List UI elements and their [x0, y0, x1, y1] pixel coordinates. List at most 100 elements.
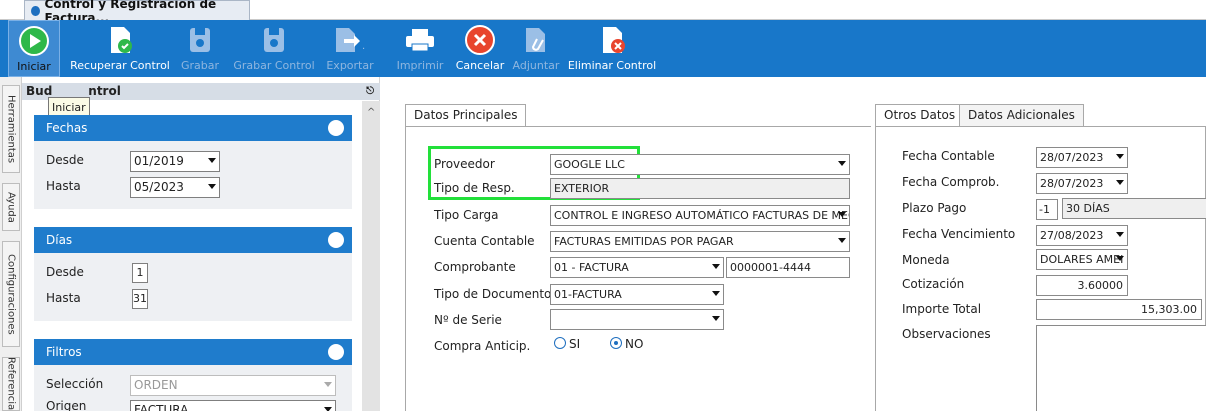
adjuntar-button[interactable]: Adjuntar — [510, 20, 562, 77]
tab-datos-principales[interactable]: Datos Principales — [405, 104, 527, 127]
save-control-icon — [264, 28, 284, 52]
radio-no[interactable] — [610, 337, 622, 349]
dias-group: Días Desde 1 Hasta 31 — [34, 227, 352, 321]
filtros-header[interactable]: Filtros — [34, 339, 352, 365]
fechas-desde-label: Desde — [46, 153, 84, 167]
moneda-combo[interactable]: DOLARES AMEI — [1036, 249, 1128, 270]
printer-icon — [406, 29, 434, 52]
tab-otros-datos[interactable]: Otros Datos — [875, 104, 965, 127]
scroll-up-icon[interactable]: ^ — [367, 107, 375, 118]
left-panel-scrollbar[interactable] — [362, 101, 380, 411]
chevron-down-icon — [1116, 256, 1124, 261]
dias-header[interactable]: Días — [34, 227, 352, 253]
side-tab-herramientas[interactable]: Herramientas — [2, 85, 20, 173]
tipo-documento-combo[interactable]: 01-FACTURA — [550, 284, 724, 305]
filtros-group: Filtros Selección ORDEN Origen FACTURA — [34, 339, 352, 411]
fecha-vencimiento-combo[interactable]: 27/08/2023 — [1036, 225, 1128, 246]
collapse-icon[interactable] — [328, 232, 344, 248]
chevron-down-icon — [712, 316, 720, 321]
recuperar-control-button[interactable]: Recuperar Control — [68, 20, 172, 77]
comprobante-label: Comprobante — [434, 260, 516, 274]
origen-label: Origen — [46, 399, 87, 411]
chevron-down-icon — [324, 382, 332, 387]
chevron-down-icon — [838, 212, 846, 217]
fecha-comprob-label: Fecha Comprob. — [902, 175, 1000, 189]
seleccion-combo[interactable]: ORDEN — [130, 375, 336, 396]
grabar-button[interactable]: Grabar — [178, 20, 222, 77]
side-tab-referencia[interactable]: Referencia — [2, 357, 20, 411]
fecha-vencimiento-label: Fecha Vencimiento — [902, 227, 1016, 241]
dias-desde-label: Desde — [46, 265, 84, 279]
origen-combo[interactable]: FACTURA — [130, 400, 336, 411]
tipo-documento-label: Tipo de Documento — [434, 287, 552, 301]
proveedor-combo[interactable]: GOOGLE LLC — [550, 154, 850, 175]
imprimir-button[interactable]: Imprimir — [394, 20, 446, 77]
attach-icon — [526, 28, 545, 52]
compra-anticip-label: Compra Anticip. — [434, 339, 531, 353]
fecha-contable-label: Fecha Contable — [902, 149, 995, 163]
tipo-carga-label: Tipo Carga — [434, 208, 499, 222]
tipo-carga-combo[interactable]: CONTROL E INGRESO AUTOMÁTICO FACTURAS DE… — [550, 205, 850, 226]
fechas-desde-combo[interactable]: 01/2019 — [130, 151, 220, 172]
dias-hasta-input[interactable]: 31 — [132, 289, 148, 309]
app-icon — [31, 5, 40, 16]
side-tab-configuraciones[interactable]: Configuraciones — [2, 241, 20, 347]
chevron-down-icon — [712, 291, 720, 296]
exportar-button[interactable]: . Exportar — [322, 20, 378, 77]
importe-total-input[interactable]: 15,303.00 — [1036, 299, 1202, 320]
tipo-resp-field: EXTERIOR — [550, 178, 850, 199]
comprobante-numero-input[interactable]: 0000001-4444 — [726, 257, 850, 278]
radio-si-label: SI — [569, 337, 581, 351]
plazo-pago-label: Plazo Pago — [902, 201, 967, 215]
fechas-hasta-label: Hasta — [46, 179, 81, 193]
plazo-pago-text: 30 DÍAS — [1062, 198, 1206, 219]
datos-principales-panel: Datos Principales Proveedor GOOGLE LLC T… — [381, 77, 873, 411]
left-panel-header: Bud ntrol ⎋ Iniciar — [22, 83, 380, 118]
tipo-resp-label: Tipo de Resp. — [434, 181, 515, 195]
cotizacion-input[interactable]: 3.60000 — [1036, 275, 1128, 296]
collapse-icon[interactable] — [328, 344, 344, 360]
chevron-down-icon — [838, 238, 846, 243]
comprobante-combo[interactable]: 01 - FACTURA — [550, 257, 724, 278]
pin-icon[interactable]: ⎋ — [366, 83, 374, 100]
numero-serie-label: Nº de Serie — [434, 313, 502, 327]
cancelar-button[interactable]: Cancelar — [452, 20, 508, 77]
side-tabs: Herramientas Ayuda Configuraciones Refer… — [0, 77, 22, 411]
proveedor-label: Proveedor — [434, 157, 495, 171]
importe-total-label: Importe Total — [902, 302, 982, 316]
chevron-down-icon — [324, 407, 332, 411]
chevron-down-icon — [1116, 232, 1124, 237]
document-tab-row: Control y Registración de Factura... — [0, 0, 1206, 25]
document-tab[interactable]: Control y Registración de Factura... — [24, 0, 250, 25]
cancel-icon — [465, 25, 495, 55]
delete-document-icon — [603, 27, 625, 53]
eliminar-control-button[interactable]: Eliminar Control — [566, 20, 658, 77]
collapse-icon[interactable] — [328, 120, 344, 136]
side-tab-ayuda[interactable]: Ayuda — [2, 183, 20, 231]
otros-datos-panel: Otros Datos Datos Adicionales Fecha Cont… — [871, 77, 1206, 411]
left-panel: Bud ntrol ⎋ Iniciar ^ Fechas Desde 01/201… — [22, 77, 380, 411]
cuenta-contable-combo[interactable]: FACTURAS EMITIDAS POR PAGAR — [550, 231, 850, 252]
fechas-hasta-combo[interactable]: 05/2023 — [130, 177, 220, 198]
datos-principales-body: Proveedor GOOGLE LLC Tipo de Resp. EXTER… — [405, 126, 873, 411]
chevron-down-icon — [208, 184, 216, 189]
moneda-label: Moneda — [902, 253, 950, 267]
dias-desde-input[interactable]: 1 — [132, 263, 148, 283]
otros-datos-body: Fecha Contable 28/07/2023 Fecha Comprob.… — [875, 126, 1206, 411]
iniciar-button[interactable]: Iniciar — [8, 20, 60, 77]
radio-si[interactable] — [554, 337, 566, 349]
fecha-contable-combo[interactable]: 28/07/2023 — [1036, 147, 1128, 168]
chevron-down-icon — [838, 161, 846, 166]
chevron-down-icon — [208, 158, 216, 163]
plazo-pago-dias-input[interactable]: -1 — [1036, 199, 1058, 220]
fecha-comprob-combo[interactable]: 28/07/2023 — [1036, 173, 1128, 194]
observaciones-textarea[interactable] — [1036, 325, 1206, 411]
chevron-down-icon — [712, 264, 720, 269]
observaciones-label: Observaciones — [902, 327, 991, 341]
grabar-control-button[interactable]: Grabar Control — [232, 20, 316, 77]
tab-datos-adicionales[interactable]: Datos Adicionales — [959, 104, 1084, 127]
fechas-group: Fechas Desde 01/2019 Hasta 05/2023 — [34, 115, 352, 209]
fechas-header[interactable]: Fechas — [34, 115, 352, 141]
toolbar: Iniciar Recuperar Control Grabar Grabar … — [0, 20, 1206, 77]
numero-serie-combo[interactable] — [550, 309, 724, 330]
